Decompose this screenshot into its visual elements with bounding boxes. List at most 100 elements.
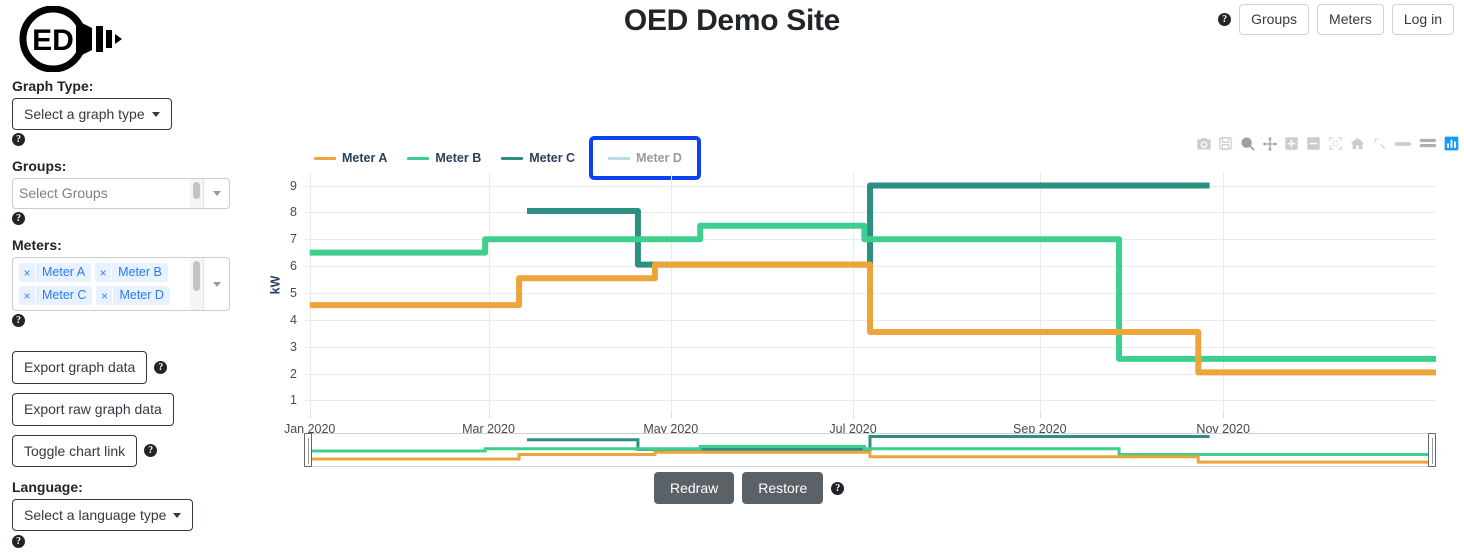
meter-tag-remove-icon[interactable]: × xyxy=(19,263,36,282)
export-graph-data-button[interactable]: Export graph data xyxy=(12,351,148,384)
export-raw-graph-data-button[interactable]: Export raw graph data xyxy=(12,392,174,426)
camera-icon[interactable] xyxy=(1195,135,1212,152)
legend-swatch xyxy=(501,156,524,160)
legend-swatch xyxy=(407,156,430,160)
graph-type-dropdown-label: Select a graph type xyxy=(24,106,145,122)
nav-groups-button[interactable]: Groups xyxy=(1239,4,1310,35)
legend-swatch xyxy=(314,156,336,160)
plotly-modebar xyxy=(1195,135,1460,152)
meters-dropdown-toggle[interactable] xyxy=(203,258,229,310)
range-slider-traces xyxy=(304,434,1436,466)
reset-home-icon[interactable] xyxy=(1349,135,1366,152)
toggle-chart-link-help-icon[interactable]: ? xyxy=(144,444,158,458)
zoom-in-icon[interactable] xyxy=(1283,135,1300,152)
groups-scrollbar[interactable] xyxy=(190,179,203,208)
chart-range-slider[interactable] xyxy=(304,433,1436,467)
oed-logo: ED xyxy=(12,5,132,73)
graph-type-dropdown[interactable]: Select a graph type xyxy=(12,98,172,130)
chart-action-buttons: Redraw Restore ? xyxy=(654,472,845,504)
legend-label: Meter D xyxy=(636,151,682,165)
chevron-down-icon xyxy=(212,191,221,196)
meter-tag-remove-icon[interactable]: × xyxy=(96,286,114,305)
meters-select-value: × Meter A × Meter B × Meter C × Meter D xyxy=(13,258,190,310)
nav-meters-button[interactable]: Meters xyxy=(1317,4,1384,35)
y-tick: 3 xyxy=(290,339,297,354)
autoscale-icon[interactable] xyxy=(1327,135,1344,152)
legend-label: Meter C xyxy=(529,151,576,165)
trace-meter-c[interactable] xyxy=(527,186,1210,265)
language-label: Language: xyxy=(12,479,83,496)
groups-scrollbar-thumb[interactable] xyxy=(193,182,200,199)
y-tick: 8 xyxy=(290,205,297,220)
restore-button[interactable]: Restore xyxy=(742,472,824,504)
hover-closest-icon[interactable] xyxy=(1393,135,1413,152)
graph-type-help-icon[interactable]: ? xyxy=(12,133,25,147)
meter-tag[interactable]: × Meter B xyxy=(95,263,168,282)
meters-help-icon[interactable]: ? xyxy=(12,314,25,328)
spike-lines-icon[interactable] xyxy=(1371,135,1388,152)
meters-select[interactable]: × Meter A × Meter B × Meter C × Meter D xyxy=(12,257,230,311)
save-disk-icon[interactable] xyxy=(1217,135,1234,152)
meter-tag-remove-icon[interactable]: × xyxy=(95,263,113,282)
chevron-down-icon xyxy=(212,281,221,287)
range-slider-handle-left[interactable] xyxy=(304,433,312,467)
y-axis-label: kW xyxy=(268,275,283,295)
export-graph-data-help-icon[interactable]: ? xyxy=(154,360,168,374)
meter-tag[interactable]: × Meter A xyxy=(19,263,92,282)
meter-tag-label: Meter D xyxy=(119,288,164,302)
help-icon[interactable]: ? xyxy=(1218,12,1232,26)
y-tick: 1 xyxy=(290,393,297,408)
y-tick: 6 xyxy=(290,259,297,274)
groups-dropdown-toggle[interactable] xyxy=(203,179,229,208)
y-tick: 4 xyxy=(290,312,297,327)
svg-text:ED: ED xyxy=(32,24,74,57)
y-tick: 9 xyxy=(290,178,297,193)
plotly-logo-icon[interactable] xyxy=(1443,135,1460,152)
chevron-down-icon xyxy=(151,111,160,117)
legend-label: Meter B xyxy=(435,151,482,165)
chart-actions-help-icon[interactable]: ? xyxy=(831,481,845,495)
plot-region[interactable]: kW 9 8 7 6 5 4 3 2 1 Jan 2020 Mar 2020 M… xyxy=(268,172,1436,436)
meter-tag-label: Meter C xyxy=(42,288,87,302)
legend-item-meter-d[interactable]: Meter D xyxy=(589,136,701,180)
y-tick: 5 xyxy=(290,286,297,300)
meter-tag-label: Meter A xyxy=(42,265,86,279)
chevron-down-icon xyxy=(173,512,182,518)
redraw-button[interactable]: Redraw xyxy=(654,472,735,504)
groups-help-icon[interactable]: ? xyxy=(12,212,25,226)
meters-scrollbar-thumb[interactable] xyxy=(193,261,200,291)
meter-tag-remove-icon[interactable]: × xyxy=(19,286,36,305)
pan-icon[interactable] xyxy=(1261,135,1278,152)
legend-swatch xyxy=(608,156,631,160)
top-navigation: ? Groups Meters Log in xyxy=(1218,4,1454,35)
y-tick: 2 xyxy=(290,366,297,381)
legend-label: Meter A xyxy=(342,151,388,165)
meter-tag[interactable]: × Meter C xyxy=(19,286,93,305)
legend-item-meter-a[interactable]: Meter A xyxy=(308,149,393,167)
meters-label: Meters: xyxy=(12,237,62,253)
graph-type-label: Graph Type: xyxy=(12,78,94,94)
groups-label: Groups: xyxy=(12,158,67,174)
groups-placeholder: Select Groups xyxy=(19,185,108,201)
meters-scrollbar[interactable] xyxy=(190,258,203,310)
y-tick: 7 xyxy=(290,232,297,247)
graph-panel: Meter A Meter B Meter C Meter D kW 9 8 7… xyxy=(264,128,1462,528)
meter-tag[interactable]: × Meter D xyxy=(96,286,170,305)
plot-traces xyxy=(304,172,1436,414)
hover-compare-icon[interactable] xyxy=(1418,135,1438,152)
zoom-icon[interactable] xyxy=(1239,135,1256,152)
language-dropdown[interactable]: Select a language type xyxy=(12,499,194,532)
options-sidebar: ED Graph Type: Select a graph type ? Gro… xyxy=(12,0,262,560)
chart-legend: Meter A Meter B Meter C Meter D xyxy=(308,136,701,180)
groups-select-value: Select Groups xyxy=(13,179,190,208)
groups-select[interactable]: Select Groups xyxy=(12,178,230,209)
zoom-out-icon[interactable] xyxy=(1305,135,1322,152)
legend-item-meter-c[interactable]: Meter C xyxy=(495,149,581,167)
range-slider-handle-right[interactable] xyxy=(1428,433,1436,467)
language-help-icon[interactable]: ? xyxy=(12,534,25,548)
legend-item-meter-b[interactable]: Meter B xyxy=(401,149,487,167)
meter-tag-label: Meter B xyxy=(118,265,162,279)
toggle-chart-link-button[interactable]: Toggle chart link xyxy=(12,434,138,468)
language-dropdown-label: Select a language type xyxy=(24,507,167,524)
nav-login-button[interactable]: Log in xyxy=(1391,4,1454,35)
